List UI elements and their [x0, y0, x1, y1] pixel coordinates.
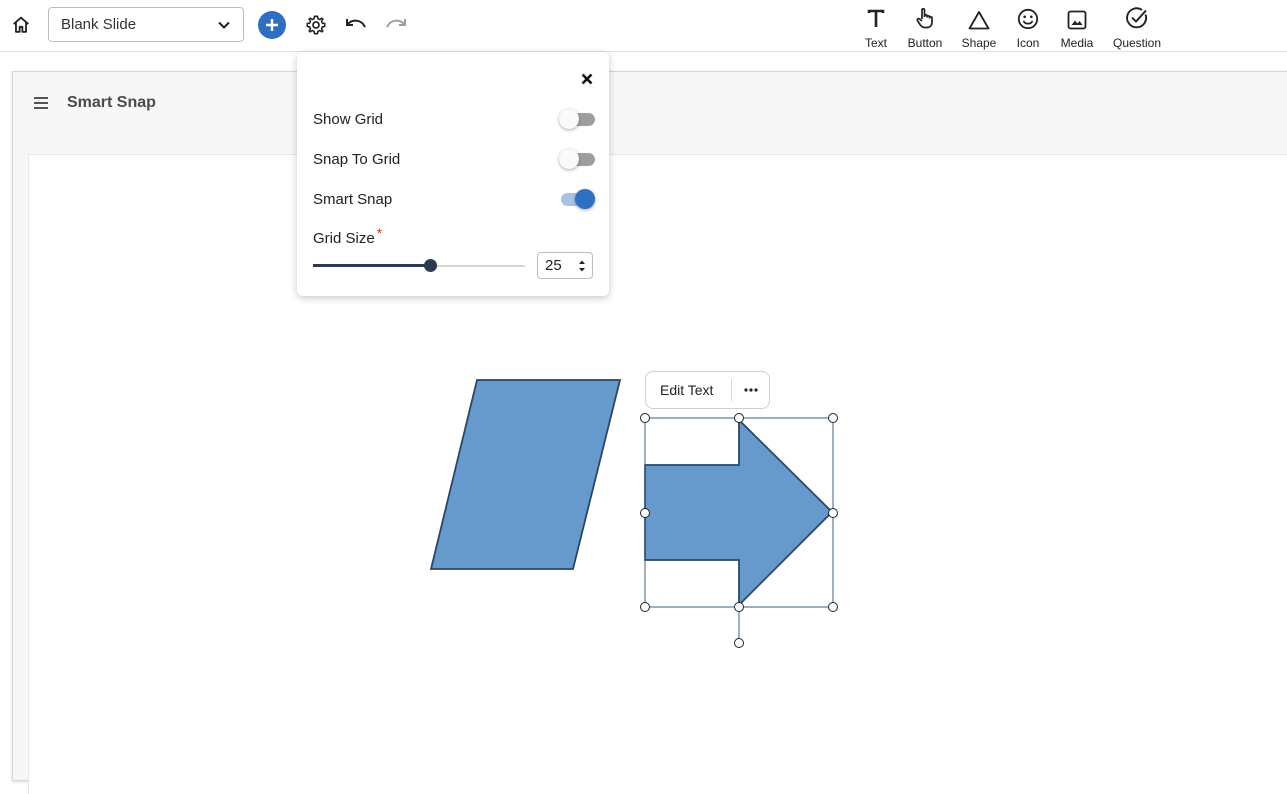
hamburger-menu-icon[interactable] [33, 96, 49, 115]
snap-settings-popup: Show Grid Snap To Grid Smart Snap Grid S… [297, 52, 609, 296]
edit-text-button[interactable]: Edit Text [646, 382, 731, 398]
slide-title: Smart Snap [67, 94, 156, 111]
grid-size-value: 25 [545, 257, 562, 274]
gear-icon[interactable] [303, 12, 329, 38]
slide-header: Smart Snap [13, 72, 1287, 134]
resize-handle-bottom-right[interactable] [828, 602, 838, 612]
check-circle-icon [1125, 2, 1149, 30]
tool-media[interactable]: Media [1058, 2, 1096, 50]
resize-handle-bottom-left[interactable] [640, 602, 650, 612]
snap-to-grid-label: Snap To Grid [313, 150, 401, 168]
tool-media-label: Media [1060, 36, 1094, 50]
more-horizontal-icon[interactable] [732, 372, 769, 408]
smart-snap-toggle[interactable] [559, 189, 595, 209]
smiley-icon [1017, 2, 1039, 30]
tool-button-label: Button [907, 36, 943, 50]
undo-icon[interactable] [343, 12, 369, 38]
tool-icon[interactable]: Icon [1013, 2, 1043, 50]
tool-icon-label: Icon [1016, 36, 1040, 50]
tool-button[interactable]: Button [906, 2, 944, 50]
grid-size-label-wrap: Grid Size * [313, 225, 382, 247]
grid-size-label: Grid Size [313, 230, 375, 247]
grid-size-slider[interactable] [313, 257, 525, 275]
tool-question[interactable]: Question [1111, 2, 1163, 50]
chevron-down-icon [218, 21, 230, 29]
resize-handle-top-left[interactable] [640, 413, 650, 423]
close-icon[interactable] [579, 71, 595, 87]
snap-to-grid-row: Snap To Grid [313, 147, 595, 171]
slide-frame: Smart Snap [12, 71, 1287, 794]
triangle-icon [968, 2, 990, 30]
slide-select-value: Blank Slide [61, 16, 137, 33]
tool-text[interactable]: Text [862, 2, 890, 50]
tool-shape[interactable]: Shape [960, 2, 998, 50]
slide-select-dropdown[interactable]: Blank Slide [48, 7, 244, 42]
stepper-arrows-icon[interactable] [578, 257, 586, 275]
resize-handle-left[interactable] [640, 508, 650, 518]
resize-handle-bottom[interactable] [734, 602, 744, 612]
snap-to-grid-toggle[interactable] [559, 149, 595, 169]
resize-handle-top-right[interactable] [828, 413, 838, 423]
image-icon [1067, 2, 1087, 30]
smart-snap-label: Smart Snap [313, 190, 393, 208]
text-icon [866, 2, 886, 30]
resize-handle-right[interactable] [828, 508, 838, 518]
show-grid-row: Show Grid [313, 107, 595, 131]
tool-text-label: Text [864, 36, 887, 50]
grid-size-input[interactable]: 25 [537, 252, 593, 279]
shape-context-toolbar: Edit Text [645, 371, 770, 409]
tool-question-label: Question [1112, 36, 1162, 50]
pointer-hand-icon [914, 2, 936, 30]
slider-thumb[interactable] [423, 259, 437, 272]
workspace: Smart Snap [0, 52, 1287, 794]
show-grid-label: Show Grid [313, 110, 384, 128]
rotation-handle[interactable] [734, 638, 744, 648]
required-asterisk: * [376, 225, 383, 241]
home-icon[interactable] [8, 12, 34, 38]
smart-snap-row: Smart Snap [313, 187, 595, 211]
show-grid-toggle[interactable] [559, 109, 595, 129]
top-toolbar: Blank Slide Text Button Shape Icon Media… [0, 0, 1287, 52]
redo-icon[interactable] [383, 12, 409, 38]
tool-shape-label: Shape [961, 36, 997, 50]
resize-handle-top[interactable] [734, 413, 744, 423]
plus-icon[interactable] [258, 11, 286, 39]
